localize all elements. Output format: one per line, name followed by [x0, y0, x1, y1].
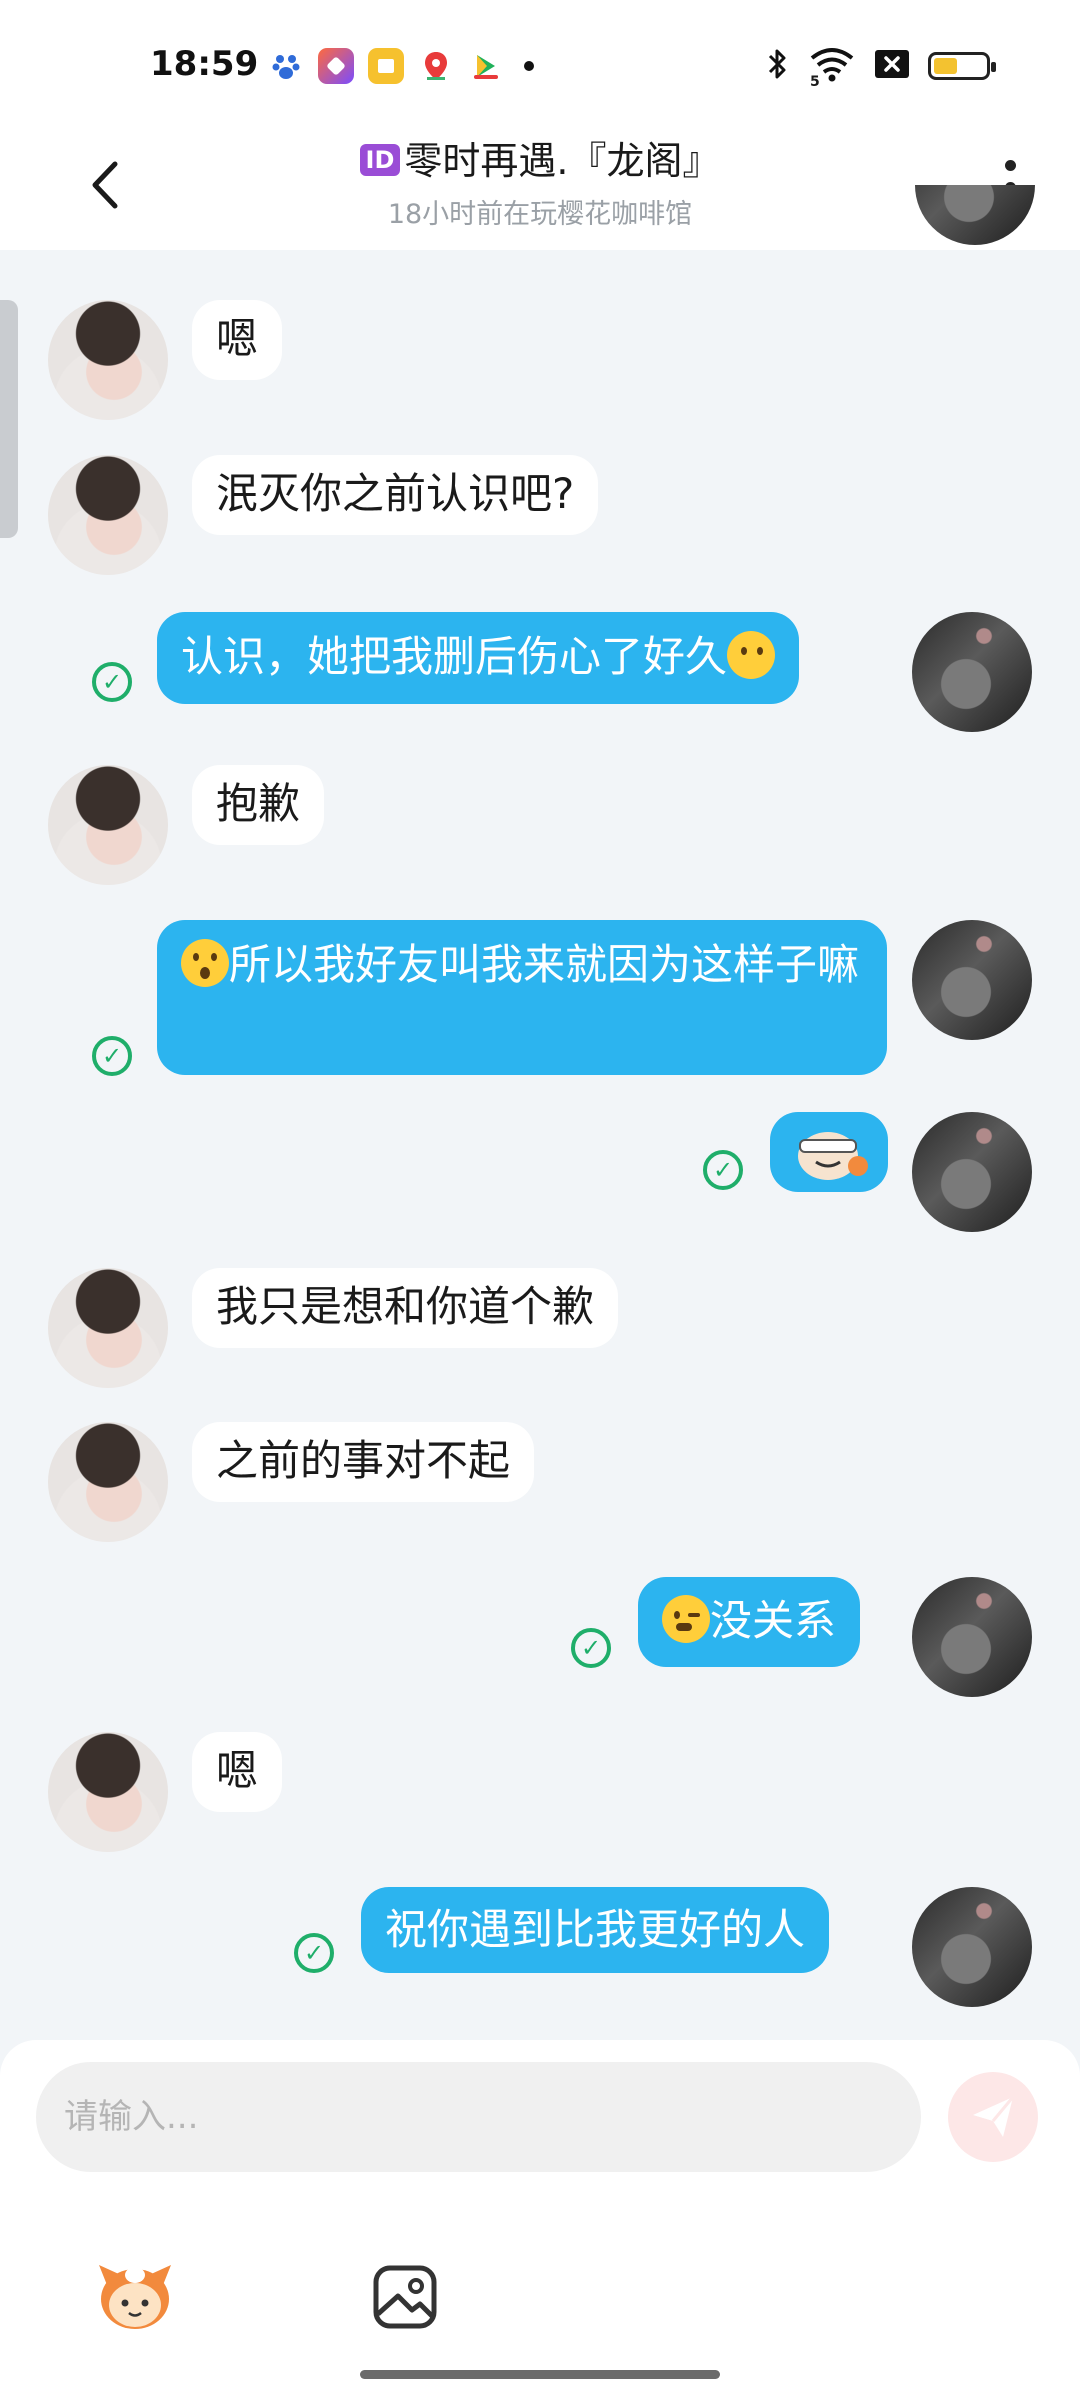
emoji-button[interactable] — [90, 2252, 180, 2342]
avatar-self[interactable] — [912, 612, 1032, 732]
avatar-contact[interactable] — [48, 1268, 168, 1388]
avatar-contact[interactable] — [48, 765, 168, 885]
chat-title-text: 零时再遇.『龙阁』 — [404, 139, 721, 183]
message-bubble[interactable]: 认识，她把我删后伤心了好久 — [157, 612, 800, 704]
message-text: 我只是想和你道个歉 — [216, 1282, 595, 1331]
avatar-self[interactable] — [912, 920, 1032, 1040]
read-check-icon: ✓ — [571, 1628, 611, 1668]
scrollbar-handle[interactable] — [0, 300, 18, 538]
message-bubble[interactable]: 我只是想和你道个歉 — [192, 1268, 619, 1348]
image-icon — [373, 2265, 437, 2329]
battery-level — [934, 58, 957, 74]
message-bubble[interactable]: 泯灭你之前认识吧? — [192, 455, 599, 535]
status-bar: 18:59 5 — [0, 0, 1080, 130]
bandaged-face-sticker — [798, 1132, 868, 1180]
read-check-icon: ✓ — [92, 662, 132, 702]
message-text: 之前的事对不起 — [216, 1436, 511, 1485]
app-icon-2 — [318, 48, 354, 84]
app-icon-3 — [368, 48, 404, 84]
partial-avatar-top — [915, 185, 1035, 265]
send-button[interactable] — [948, 2072, 1038, 2162]
system-icons: 5 — [766, 46, 996, 90]
image-button[interactable] — [360, 2252, 450, 2342]
message-bubble[interactable]: 嗯 — [192, 1732, 283, 1812]
message-text: 嗯 — [216, 1746, 259, 1795]
message-bubble[interactable]: 之前的事对不起 — [192, 1422, 535, 1502]
message-text: 祝你遇到比我更好的人 — [385, 1905, 806, 1954]
avatar — [915, 185, 1035, 245]
message-text: 所以我好友叫我来就因为这样子嘛 — [229, 940, 860, 989]
avatar-contact[interactable] — [48, 1732, 168, 1852]
notification-icons — [268, 48, 534, 84]
mascot-emoji-icon — [99, 2265, 171, 2329]
map-pin-app-icon — [418, 48, 454, 84]
more-dot-icon — [1004, 160, 1016, 171]
home-indicator[interactable] — [360, 2370, 720, 2379]
message-text: 没关系 — [710, 1596, 837, 1645]
emoji-neutral-icon — [727, 631, 776, 679]
message-text: 泯灭你之前认识吧? — [216, 469, 575, 518]
composer — [0, 2040, 1080, 2400]
bluetooth-icon — [766, 46, 790, 86]
emoji-surprised-icon — [181, 939, 229, 987]
avatar-contact[interactable] — [48, 455, 168, 575]
message-bubble[interactable]: 抱歉 — [192, 765, 325, 845]
emoji-wink-icon — [662, 1595, 710, 1643]
avatar-self[interactable] — [912, 1577, 1032, 1697]
message-text: 嗯 — [216, 314, 259, 363]
battery-icon — [928, 52, 996, 80]
avatar-self[interactable] — [912, 1887, 1032, 2007]
read-check-icon: ✓ — [92, 1036, 132, 1076]
message-bubble[interactable] — [770, 1112, 888, 1192]
read-check-icon: ✓ — [294, 1933, 334, 1973]
sim-off-icon — [874, 49, 910, 83]
message-bubble[interactable]: 所以我好友叫我来就因为这样子嘛 — [157, 920, 887, 1075]
message-text: 认识，她把我删后伤心了好久 — [181, 632, 728, 681]
avatar-self[interactable] — [912, 1112, 1032, 1232]
avatar-contact[interactable] — [48, 300, 168, 420]
paw-app-icon — [268, 48, 304, 84]
avatar-contact[interactable] — [48, 1422, 168, 1542]
video-app-icon — [468, 48, 504, 84]
wifi-label: 5 — [810, 74, 820, 90]
message-input[interactable] — [36, 2062, 921, 2172]
message-bubble[interactable]: 祝你遇到比我更好的人 — [361, 1887, 830, 1973]
more-notifications-dot — [524, 61, 534, 71]
message-bubble[interactable]: 没关系 — [638, 1577, 861, 1667]
read-check-icon: ✓ — [703, 1150, 743, 1190]
send-icon — [973, 2096, 1015, 2137]
message-bubble[interactable]: 嗯 — [192, 300, 283, 380]
message-text: 抱歉 — [216, 779, 301, 828]
wifi-icon: 5 — [808, 46, 856, 90]
chat-title[interactable]: ID 零时再遇.『龙阁』 — [0, 130, 1080, 185]
status-time: 18:59 — [150, 44, 259, 84]
id-badge: ID — [359, 144, 401, 176]
